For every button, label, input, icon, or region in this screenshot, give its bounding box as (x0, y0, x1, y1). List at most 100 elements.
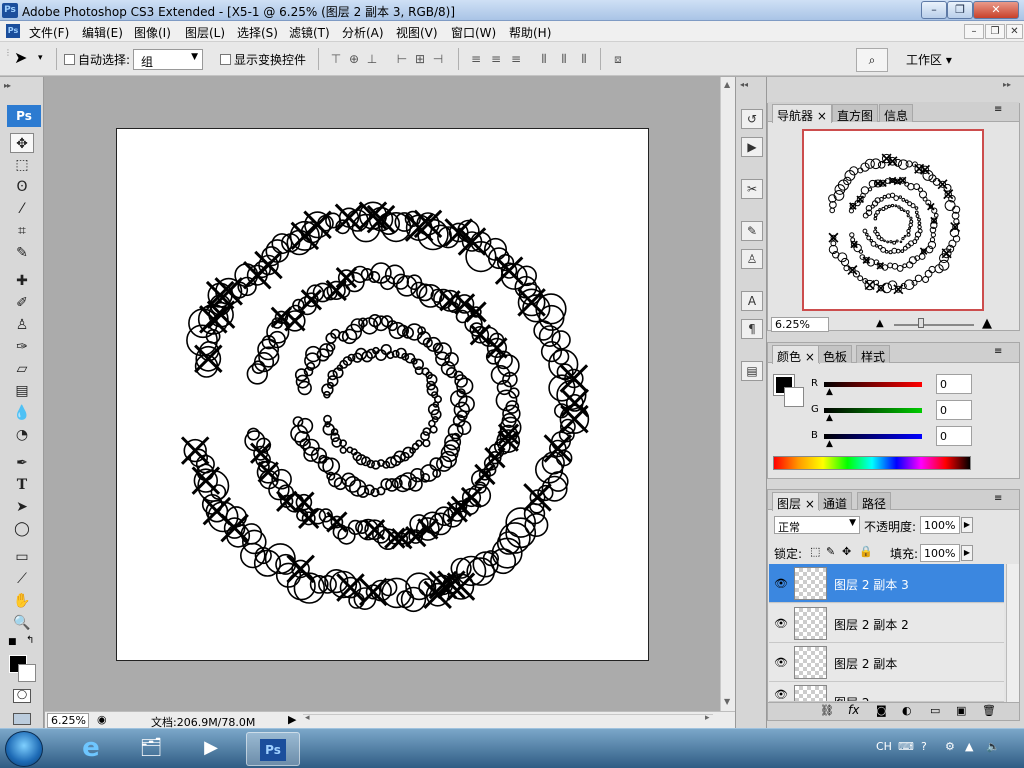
auto-align-layers-icon[interactable]: ⧈ (610, 51, 626, 67)
layer-row[interactable]: 👁 图层 2 副本 2 (769, 604, 1004, 643)
ps-logo[interactable]: Ps (7, 105, 41, 127)
navigator-preview[interactable] (802, 129, 984, 311)
link-layers-icon[interactable]: ⛓ (820, 704, 834, 717)
green-slider[interactable] (824, 408, 922, 413)
scroll-down-icon[interactable]: ▼ (724, 697, 730, 706)
navigator-zoom-field[interactable]: 6.25% (771, 317, 829, 332)
pen-tool-icon[interactable]: ✒ (10, 453, 34, 473)
visibility-eye-icon[interactable]: 👁 (774, 688, 788, 701)
zoom-slider[interactable] (894, 324, 974, 326)
distribute-left-icon[interactable]: ⦀ (536, 51, 552, 67)
bridge-button[interactable]: ⌕ (856, 48, 888, 72)
document-control-icon[interactable]: Ps (6, 24, 20, 38)
settings-icon[interactable]: ⚙ (945, 740, 955, 753)
tab-channels[interactable]: 通道 (818, 492, 853, 511)
move-tool-preset-icon[interactable]: ➤ (14, 48, 27, 67)
start-button[interactable] (5, 731, 43, 767)
layer-row[interactable]: 👁 图层 2 副本 (769, 643, 1004, 682)
color-spectrum-ramp[interactable] (773, 456, 971, 470)
media-player-icon[interactable]: ▶ (184, 732, 238, 766)
keyboard-icon[interactable]: ⌨ (898, 740, 914, 753)
healing-brush-tool-icon[interactable]: ✚ (10, 271, 34, 291)
brush-tool-icon[interactable]: ✐ (10, 293, 34, 313)
lock-transparency-icon[interactable]: ⬚ (810, 545, 820, 558)
panel-menu-icon[interactable]: ≡ (994, 104, 1002, 115)
volume-icon[interactable]: 🔈 (986, 740, 1000, 753)
new-layer-icon[interactable]: ▣ (956, 704, 966, 717)
menu-window[interactable]: 窗口(W) (451, 24, 496, 41)
close-button[interactable]: ✕ (973, 1, 1019, 19)
align-left-icon[interactable]: ⊢ (394, 51, 410, 67)
blue-slider-handle[interactable]: ▲ (826, 439, 833, 449)
help-icon[interactable]: ? (921, 740, 927, 753)
status-info-icon[interactable]: ◉ (97, 713, 107, 726)
red-value-field[interactable]: 0 (936, 374, 972, 394)
doc-minimize-button[interactable]: – (964, 24, 984, 39)
collapse-dock-icon[interactable]: ◂◂ (740, 80, 748, 89)
actions-panel-icon[interactable]: ▶ (741, 137, 763, 157)
close-icon[interactable]: × (817, 109, 827, 123)
menu-filter[interactable]: 滤镜(T) (289, 24, 330, 41)
history-panel-icon[interactable]: ↺ (741, 109, 763, 129)
lock-position-icon[interactable]: ✥ (842, 545, 851, 558)
language-indicator[interactable]: CH (876, 740, 892, 753)
maximize-button[interactable]: ❐ (947, 1, 973, 19)
notes-tool-icon[interactable]: ▭ (10, 547, 34, 567)
screen-mode-icon[interactable] (13, 713, 31, 725)
tab-layers[interactable]: 图层 × (772, 492, 820, 511)
visibility-eye-icon[interactable]: 👁 (774, 577, 788, 590)
menu-analysis[interactable]: 分析(A) (342, 24, 384, 41)
default-colors-icon[interactable]: ■ (8, 637, 17, 647)
zoom-in-icon[interactable]: ▲ (982, 316, 992, 331)
align-bottom-icon[interactable]: ⊥ (364, 51, 380, 67)
lock-all-icon[interactable]: 🔒 (859, 545, 873, 558)
character-panel-icon[interactable]: A (741, 291, 763, 311)
tab-navigator[interactable]: 导航器 × (772, 104, 832, 123)
tab-paths[interactable]: 路径 (857, 492, 892, 511)
clone-stamp-tool-icon[interactable]: ♙ (10, 315, 34, 335)
red-slider[interactable] (824, 382, 922, 387)
path-selection-tool-icon[interactable]: ➤ (10, 497, 34, 517)
layers-scrollbar[interactable] (1006, 564, 1019, 702)
ie-icon[interactable]: e (64, 732, 118, 766)
tab-info[interactable]: 信息 (879, 104, 914, 123)
align-hcenter-icon[interactable]: ⊞ (412, 51, 428, 67)
adjustment-layer-icon[interactable]: ◐ (902, 704, 912, 717)
auto-select-checkbox[interactable] (64, 54, 75, 65)
scroll-left-icon[interactable]: ◂ (305, 713, 310, 723)
fill-slider-arrow-icon[interactable]: ▶ (961, 545, 973, 561)
eraser-tool-icon[interactable]: ▱ (10, 359, 34, 379)
menu-layer[interactable]: 图层(L) (185, 24, 225, 41)
hand-tool-icon[interactable]: ✋ (10, 591, 34, 611)
move-tool-icon[interactable]: ✥ (10, 133, 34, 153)
blur-tool-icon[interactable]: 💧 (10, 403, 34, 423)
options-grip-icon[interactable]: ⋮ (4, 48, 12, 57)
panel-menu-icon[interactable]: ≡ (994, 493, 1002, 504)
gradient-tool-icon[interactable]: ▤ (10, 381, 34, 401)
clone-source-icon[interactable]: ♙ (741, 249, 763, 269)
horizontal-scrollbar[interactable] (303, 714, 713, 727)
minimize-button[interactable]: – (921, 1, 947, 19)
blue-slider[interactable] (824, 434, 922, 439)
layer-row[interactable]: 👁 图层 2 (769, 682, 1004, 702)
distribute-vcenter-icon[interactable]: ≡ (488, 51, 504, 67)
tab-histogram[interactable]: 直方图 (832, 104, 879, 123)
lock-pixels-icon[interactable]: ✎ (826, 545, 835, 558)
swap-colors-icon[interactable]: ↰ (26, 635, 34, 646)
tab-color[interactable]: 颜色 × (772, 345, 820, 364)
zoom-slider-handle[interactable] (918, 318, 924, 328)
explorer-icon[interactable]: 🗂 (124, 732, 178, 766)
photoshop-icon[interactable]: Ps (246, 732, 300, 766)
visibility-eye-icon[interactable]: 👁 (774, 617, 788, 630)
scroll-up-icon[interactable]: ▲ (724, 80, 730, 89)
blend-mode-dropdown[interactable]: 正常 ▼ (774, 516, 860, 534)
opacity-slider-arrow-icon[interactable]: ▶ (961, 517, 973, 533)
tab-styles[interactable]: 样式 (856, 345, 891, 364)
zoom-level-field[interactable]: 6.25% (47, 713, 89, 728)
close-icon[interactable]: × (805, 350, 815, 364)
red-slider-handle[interactable]: ▲ (826, 387, 833, 397)
visibility-eye-icon[interactable]: 👁 (774, 656, 788, 669)
history-brush-tool-icon[interactable]: ✑ (10, 337, 34, 357)
layer-mask-icon[interactable]: ◙ (876, 704, 887, 717)
workspace-button[interactable]: 工作区 ▾ (898, 49, 964, 70)
